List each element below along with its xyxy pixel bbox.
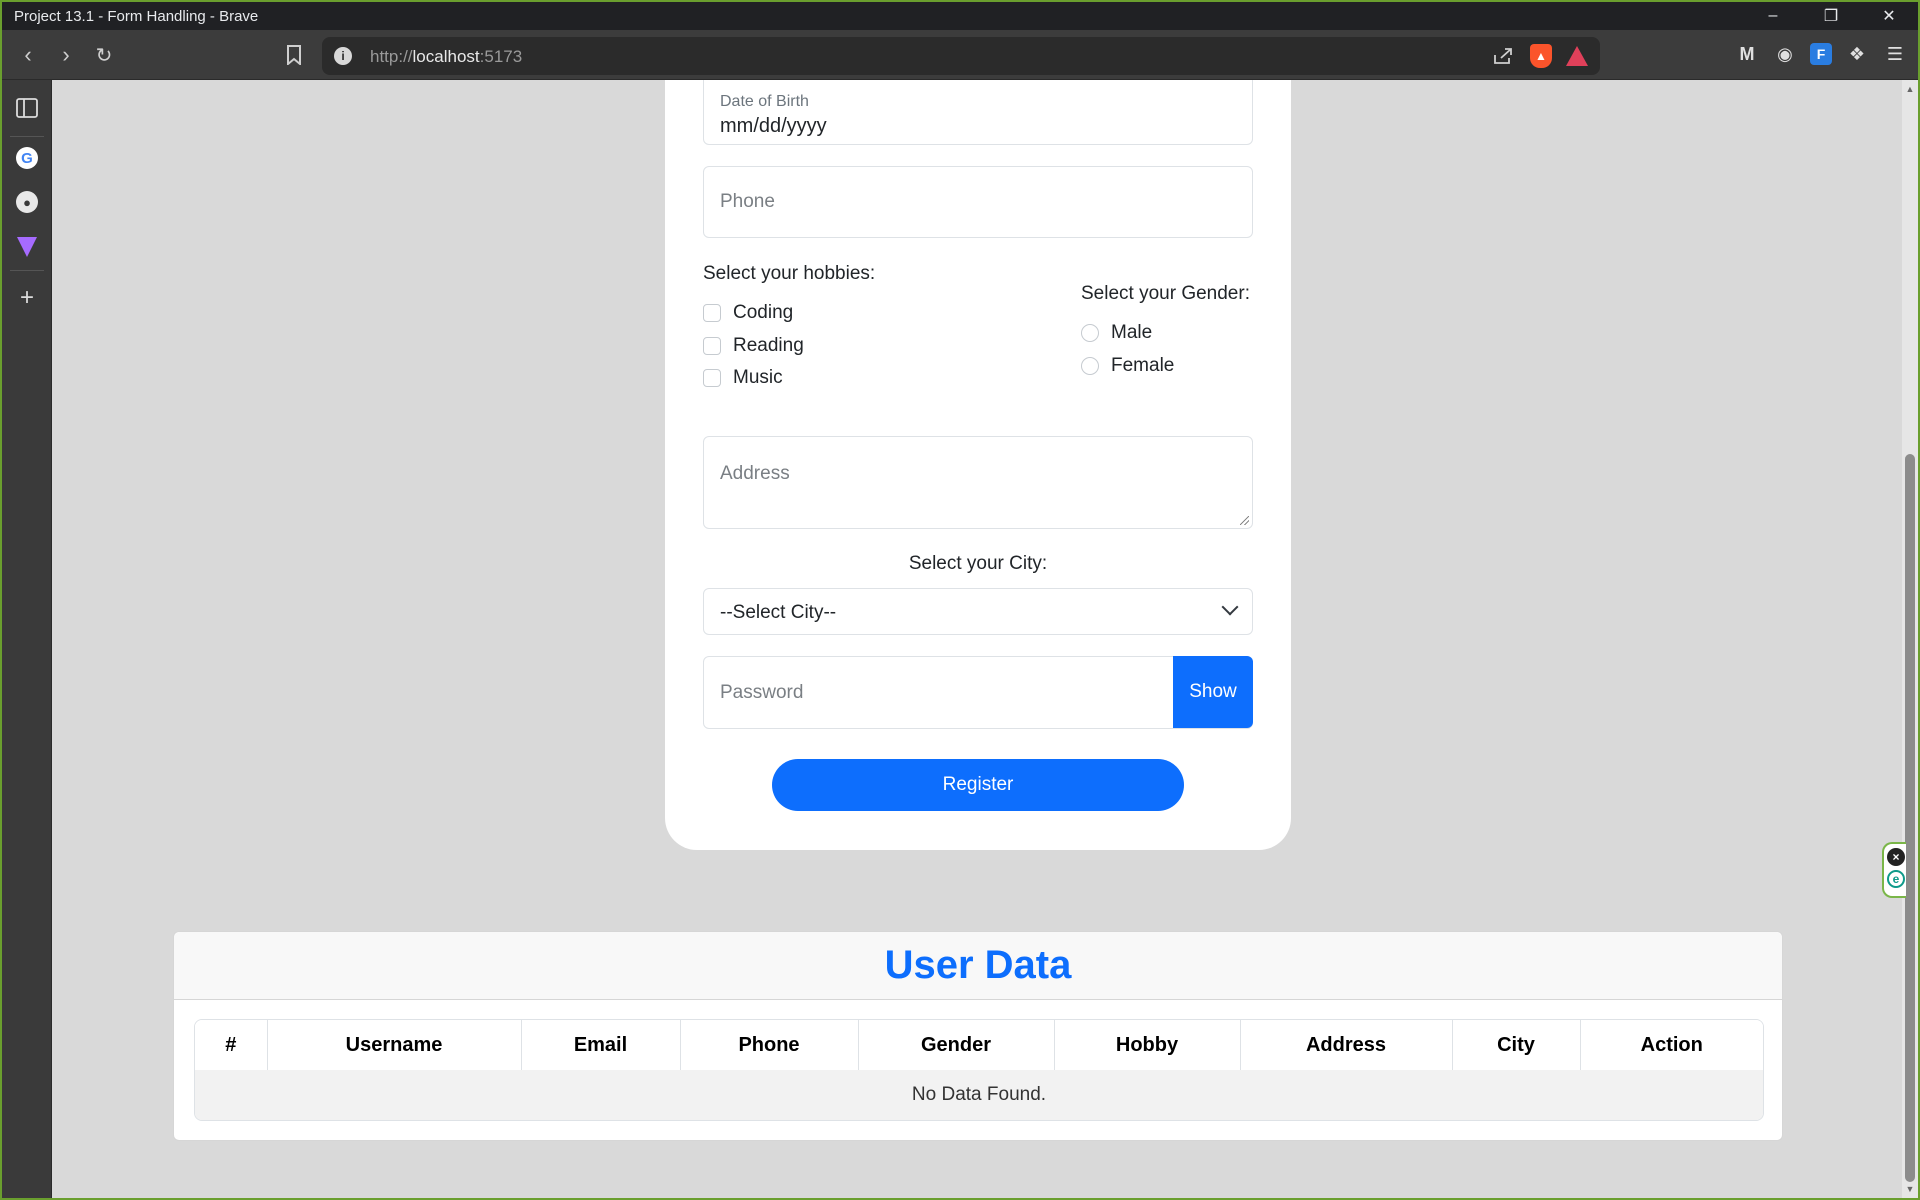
gender-title: Select your Gender: [1081, 283, 1250, 304]
dob-label: Date of Birth [720, 93, 809, 110]
column-header-gender: Gender [858, 1020, 1055, 1070]
checkbox-icon[interactable] [703, 304, 721, 322]
address-bar[interactable]: i http://localhost:5173 ▲ [322, 37, 1600, 75]
dob-value: mm/dd/yyyy [720, 115, 827, 137]
ft-extension-icon[interactable]: F [1810, 43, 1832, 65]
forward-icon[interactable]: › [50, 39, 82, 71]
gender-female-radio[interactable]: Female [1081, 355, 1174, 377]
share-icon[interactable] [1490, 43, 1516, 69]
password-placeholder: Password [720, 682, 804, 703]
floating-extension-widget: × e [1882, 842, 1906, 898]
column-header-phone: Phone [680, 1020, 859, 1070]
browser-window: Project 13.1 - Form Handling - Brave – ❐… [2, 2, 1918, 1198]
column-header-action: Action [1580, 1020, 1763, 1070]
brave-rewards-icon[interactable] [1566, 46, 1588, 66]
user-data-title: User Data [884, 943, 1072, 987]
address-placeholder: Address [720, 463, 790, 484]
table-header-row: # Username Email Phone Gender Hobby Addr… [195, 1020, 1763, 1070]
city-title: Select your City: [908, 553, 1048, 574]
malwarebytes-icon[interactable]: M [1734, 40, 1760, 68]
url-text[interactable]: http://localhost:5173 [370, 47, 522, 67]
hobby-music-label: Music [733, 367, 783, 388]
dob-field[interactable]: Date of Birth mm/dd/yyyy [703, 80, 1253, 145]
back-icon[interactable]: ‹ [12, 39, 44, 71]
bookmark-icon[interactable] [278, 39, 310, 71]
address-bar-actions: ▲ [1490, 43, 1588, 69]
password-input-group: Password Show [703, 656, 1253, 729]
gender-male-label: Male [1111, 322, 1153, 343]
radio-icon[interactable] [1081, 324, 1099, 342]
window-title: Project 13.1 - Form Handling - Brave [14, 8, 259, 25]
column-header-username: Username [267, 1020, 522, 1070]
radio-icon[interactable] [1081, 357, 1099, 375]
minimize-button[interactable]: – [1744, 2, 1802, 30]
url-port: :5173 [479, 47, 523, 66]
hobbies-title: Select your hobbies: [703, 263, 876, 284]
column-header-address: Address [1240, 1020, 1453, 1070]
site-info-icon[interactable]: i [334, 47, 352, 65]
add-panel-icon[interactable]: + [13, 284, 41, 312]
resize-handle-icon[interactable] [1240, 516, 1249, 525]
city-select[interactable]: --Select City-- [703, 588, 1253, 635]
column-header-index: # [195, 1020, 268, 1070]
page-content: Date of Birth mm/dd/yyyy Phone Select yo… [53, 80, 1903, 1198]
hobby-music-checkbox[interactable]: Music [703, 367, 783, 389]
extensions-puzzle-icon[interactable]: ❖ [1844, 40, 1870, 68]
checkbox-icon[interactable] [703, 369, 721, 387]
hobby-reading-label: Reading [733, 335, 804, 356]
sidebar-divider [10, 270, 44, 271]
user-data-table-wrapper: # Username Email Phone Gender Hobby Addr… [194, 1019, 1764, 1121]
close-button[interactable]: ✕ [1860, 2, 1918, 30]
table-row: No Data Found. [195, 1070, 1763, 1120]
column-header-email: Email [521, 1020, 681, 1070]
edge-extension-icon[interactable]: e [1887, 870, 1905, 888]
reload-icon[interactable]: ↻ [88, 39, 120, 71]
show-password-button[interactable]: Show [1173, 656, 1253, 728]
brave-shields-icon[interactable]: ▲ [1530, 44, 1552, 68]
hobby-coding-checkbox[interactable]: Coding [703, 302, 793, 324]
column-header-hobby: Hobby [1054, 1020, 1241, 1070]
gender-male-radio[interactable]: Male [1081, 322, 1152, 344]
phone-placeholder: Phone [720, 191, 775, 212]
address-textarea[interactable]: Address [703, 436, 1253, 529]
sidebar-divider [10, 136, 44, 137]
city-selected-value: --Select City-- [720, 602, 837, 623]
scrollbar-thumb[interactable] [1905, 454, 1915, 1182]
extensions-area: M ◉ F ❖ ☰ [1734, 40, 1908, 68]
hobby-coding-label: Coding [733, 302, 794, 323]
phone-input[interactable]: Phone [703, 166, 1253, 238]
user-data-header: User Data [174, 932, 1782, 1000]
google-icon[interactable]: G [16, 147, 38, 169]
user-data-table: # Username Email Phone Gender Hobby Addr… [195, 1020, 1763, 1120]
vite-icon[interactable] [17, 237, 37, 257]
title-bar: Project 13.1 - Form Handling - Brave – ❐… [2, 2, 1918, 30]
registration-form-card: Date of Birth mm/dd/yyyy Phone Select yo… [665, 80, 1291, 850]
sidebar-toggle-icon[interactable] [13, 94, 41, 122]
extension-icon[interactable]: ◉ [1772, 40, 1798, 68]
browser-toolbar: ‹ › ↻ i http://localhost:5173 ▲ M ◉ F ❖ … [2, 30, 1918, 80]
user-data-card: User Data # Username Email Phone Gender … [173, 931, 1783, 1141]
scroll-up-icon[interactable]: ▲ [1905, 84, 1915, 94]
password-input[interactable]: Password [704, 657, 1174, 728]
register-button[interactable]: Register [772, 759, 1184, 811]
chevron-down-icon [1221, 598, 1239, 616]
menu-icon[interactable]: ☰ [1882, 40, 1908, 68]
checkbox-icon[interactable] [703, 337, 721, 355]
window-controls: – ❐ ✕ [1744, 2, 1918, 30]
url-host: localhost [412, 47, 480, 66]
restore-button[interactable]: ❐ [1802, 2, 1860, 30]
scroll-down-icon[interactable]: ▼ [1905, 1184, 1915, 1194]
column-header-city: City [1452, 1020, 1581, 1070]
url-scheme: http:// [370, 47, 413, 66]
close-icon[interactable]: × [1887, 848, 1905, 866]
empty-table-message: No Data Found. [195, 1070, 1763, 1120]
hobby-reading-checkbox[interactable]: Reading [703, 335, 804, 357]
browser-sidebar: G ● + [2, 80, 52, 1198]
gender-female-label: Female [1111, 355, 1175, 376]
github-icon[interactable]: ● [16, 191, 38, 213]
page-scrollbar[interactable]: ▲ ▼ [1902, 80, 1918, 1198]
